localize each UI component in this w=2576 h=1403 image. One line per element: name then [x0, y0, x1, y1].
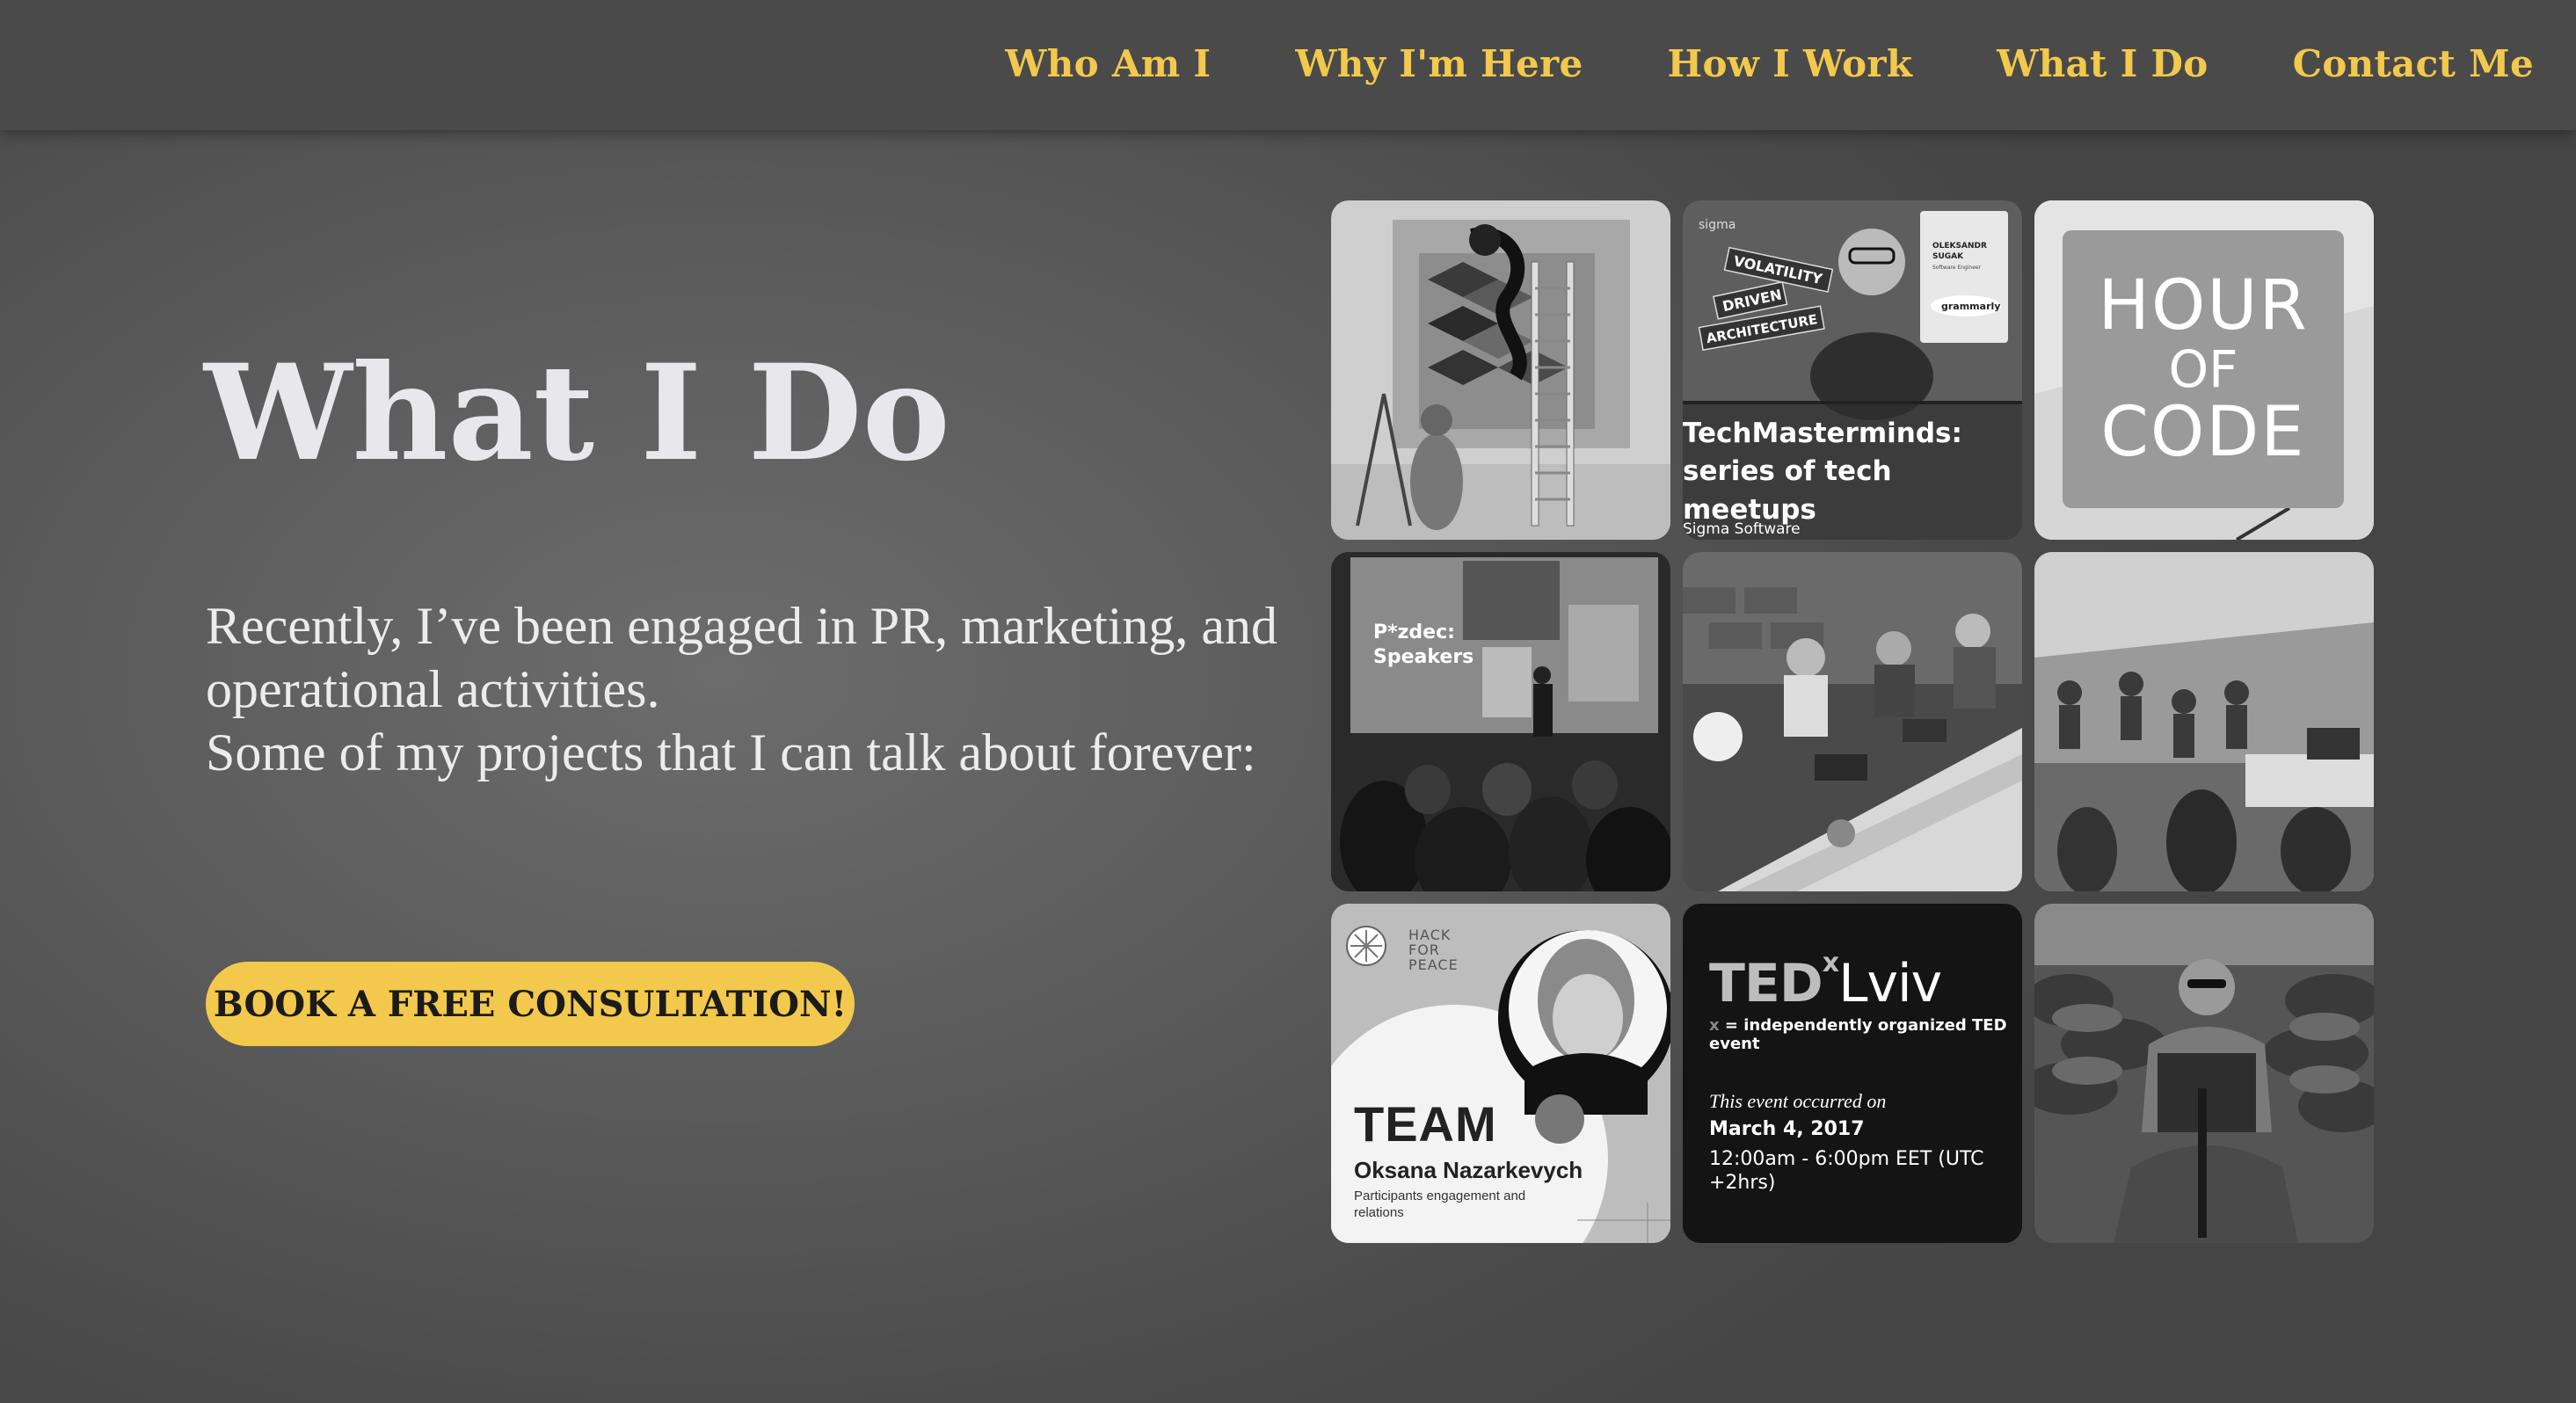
soldier-photo [2034, 904, 2374, 1243]
tedx-occurred-label: This event occurred on [1709, 1090, 1887, 1112]
main-nav: Who Am I Why I'm Here How I Work What I … [1005, 0, 2534, 127]
grammarly-logo: grammarly [1941, 301, 2000, 312]
hoc-line-of: OF [2168, 339, 2238, 399]
speaker-last-name: SUGAK [1932, 252, 1964, 261]
classroom-photo [2034, 552, 2374, 891]
speakers-event-photo [1331, 552, 1670, 891]
projects-paragraph: Some of my projects that I can talk abou… [206, 723, 1256, 781]
hero-description: Recently, I’ve been engaged in PR, marke… [206, 594, 1313, 784]
gallery-tile-soldier[interactable] [2034, 904, 2374, 1243]
gallery-tile-speakers-event[interactable]: P*zdec: Speakers [1331, 552, 1670, 891]
intro-paragraph: Recently, I’ve been engaged in PR, marke… [206, 597, 1278, 718]
gallery-tile-hack-for-peace[interactable]: HACK FOR PEACE TEAM Oksana Nazarkevych P… [1331, 904, 1670, 1243]
tedx-city: Lviv [1838, 953, 1942, 1014]
gallery-tile-techmasterminds[interactable]: sigma VOLATILITY DRIVEN ARCHITECTURE OLE… [1683, 200, 2022, 540]
tedx-time: 12:00am - 6:00pm EET (UTC +2hrs) [1709, 1148, 1984, 1194]
speaker-role: Software Engineer [1932, 265, 1982, 271]
techmasterminds-title: TechMasterminds: series of tech meetups [1683, 418, 1962, 526]
meeting-photo [1683, 552, 2022, 891]
gallery-tile-mural[interactable] [1331, 200, 1670, 540]
hfp-logo-line: PEACE [1408, 956, 1459, 973]
gallery-tile-classroom[interactable] [2034, 552, 2374, 891]
nav-link-why-im-here[interactable]: Why I'm Here [1295, 42, 1583, 85]
hoc-line-hour: HOUR [2098, 266, 2309, 345]
hfp-member-role: Participants engagement and relations [1354, 1189, 1526, 1220]
tedx-ted: TED [1709, 953, 1823, 1014]
nav-link-who-am-i[interactable]: Who Am I [1005, 42, 1211, 85]
hour-of-code-logo: HOUR OF CODE [2063, 230, 2344, 508]
top-navigation-bar: Who Am I Why I'm Here How I Work What I … [0, 0, 2576, 130]
speaker-first-name: OLEKSANDR [1932, 242, 1987, 251]
hack-for-peace-logo: HACK FOR PEACE [1408, 927, 1459, 973]
gallery-tile-meeting[interactable] [1683, 552, 2022, 891]
tedx-subtitle-text: = independently organized TED event [1709, 1016, 2007, 1053]
sigma-logo: sigma [1699, 218, 1736, 232]
techmasterminds-org: Sigma Software [1683, 520, 1801, 538]
tedx-subtitle: x = independently organized TED event [1709, 1016, 2022, 1053]
mural-photo [1331, 200, 1670, 540]
page-title: What I Do [204, 336, 950, 491]
nav-link-contact-me[interactable]: Contact Me [2293, 42, 2534, 85]
hfp-member-name: Oksana Nazarkevych [1354, 1157, 1583, 1183]
tedx-date: March 4, 2017 [1709, 1118, 1865, 1140]
tedx-subtitle-x: x [1709, 1016, 1720, 1035]
speakers-slide-label: P*zdec: Speakers [1373, 622, 1474, 668]
nav-link-what-i-do[interactable]: What I Do [1997, 42, 2208, 85]
gallery-tile-hour-of-code[interactable]: HOUR OF CODE [2034, 200, 2374, 540]
nav-link-how-i-work[interactable]: How I Work [1668, 42, 1913, 85]
gallery-tile-tedx-lviv[interactable]: TEDxLviv x = independently organized TED… [1683, 904, 2022, 1243]
tedx-x: x [1822, 948, 1839, 978]
hoc-line-code: CODE [2100, 393, 2306, 472]
hfp-team-label: TEAM [1354, 1096, 1497, 1152]
tedx-logo: TEDxLviv [1709, 948, 1942, 1014]
projects-gallery: sigma VOLATILITY DRIVEN ARCHITECTURE OLE… [1331, 200, 2374, 1243]
book-consultation-button[interactable]: BOOK A FREE CONSULTATION! [206, 962, 855, 1046]
